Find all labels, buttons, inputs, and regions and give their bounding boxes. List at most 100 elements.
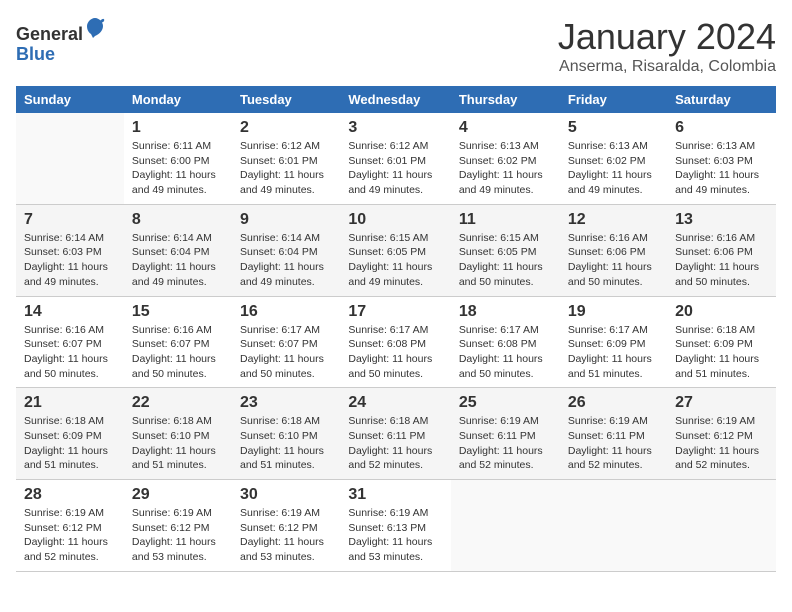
title-block: January 2024 Anserma, Risaralda, Colombi… [558, 16, 776, 76]
calendar-cell: 15 Sunrise: 6:16 AM Sunset: 6:07 PM Dayli… [124, 296, 232, 388]
calendar-cell: 3Sunrise: 6:12 AM Sunset: 6:01 PM Daylig… [340, 113, 450, 204]
day-info: Sunrise: 6:15 AM Sunset: 6:05 PM Dayligh… [348, 231, 442, 290]
calendar-cell [16, 113, 124, 204]
column-header-thursday: Thursday [451, 86, 560, 113]
day-info: Sunrise: 6:17 AM Sunset: 6:09 PM Dayligh… [568, 323, 659, 382]
calendar-cell: 9 Sunrise: 6:14 AM Sunset: 6:04 PM Daylig… [232, 204, 340, 296]
logo-bird-icon [85, 16, 105, 40]
logo-text: General Blue [16, 16, 105, 65]
day-info: Sunrise: 6:17 AM Sunset: 6:08 PM Dayligh… [348, 323, 442, 382]
calendar-week-row: 28 Sunrise: 6:19 AM Sunset: 6:12 PM Dayli… [16, 480, 776, 572]
calendar-header-row: SundayMondayTuesdayWednesdayThursdayFrid… [16, 86, 776, 113]
day-number: 25 [459, 394, 552, 412]
calendar-cell: 29Sunrise: 6:19 AM Sunset: 6:12 PM Dayli… [124, 480, 232, 572]
day-number: 6 [675, 119, 768, 137]
day-info: Sunrise: 6:13 AM Sunset: 6:02 PM Dayligh… [568, 139, 659, 198]
calendar-cell: 10 Sunrise: 6:15 AM Sunset: 6:05 PM Dayli… [340, 204, 450, 296]
day-info: Sunrise: 6:18 AM Sunset: 6:09 PM Dayligh… [675, 323, 768, 382]
day-number: 20 [675, 303, 768, 321]
day-number: 5 [568, 119, 659, 137]
day-info: Sunrise: 6:12 AM Sunset: 6:01 PM Dayligh… [240, 139, 332, 198]
logo-blue: Blue [16, 44, 55, 64]
day-number: 18 [459, 303, 552, 321]
day-info: Sunrise: 6:13 AM Sunset: 6:02 PM Dayligh… [459, 139, 552, 198]
day-info: Sunrise: 6:19 AM Sunset: 6:12 PM Dayligh… [240, 506, 332, 565]
calendar-week-row: 7 Sunrise: 6:14 AM Sunset: 6:03 PM Daylig… [16, 204, 776, 296]
day-info: Sunrise: 6:16 AM Sunset: 6:07 PM Dayligh… [24, 323, 116, 382]
day-info: Sunrise: 6:18 AM Sunset: 6:10 PM Dayligh… [240, 414, 332, 473]
calendar-cell: 18 Sunrise: 6:17 AM Sunset: 6:08 PM Dayli… [451, 296, 560, 388]
day-info: Sunrise: 6:14 AM Sunset: 6:04 PM Dayligh… [240, 231, 332, 290]
calendar-cell: 11Sunrise: 6:15 AM Sunset: 6:05 PM Dayli… [451, 204, 560, 296]
calendar-cell [451, 480, 560, 572]
day-number: 29 [132, 486, 224, 504]
day-number: 2 [240, 119, 332, 137]
calendar-cell [560, 480, 667, 572]
day-number: 9 [240, 211, 332, 229]
day-info: Sunrise: 6:17 AM Sunset: 6:07 PM Dayligh… [240, 323, 332, 382]
logo: General Blue [16, 16, 105, 65]
calendar-cell: 24Sunrise: 6:18 AM Sunset: 6:11 PM Dayli… [340, 388, 450, 480]
day-info: Sunrise: 6:19 AM Sunset: 6:13 PM Dayligh… [348, 506, 442, 565]
day-number: 12 [568, 211, 659, 229]
month-title: January 2024 [558, 16, 776, 58]
calendar-cell: 17Sunrise: 6:17 AM Sunset: 6:08 PM Dayli… [340, 296, 450, 388]
column-header-monday: Monday [124, 86, 232, 113]
column-header-sunday: Sunday [16, 86, 124, 113]
column-header-friday: Friday [560, 86, 667, 113]
calendar-cell: 5 Sunrise: 6:13 AM Sunset: 6:02 PM Daylig… [560, 113, 667, 204]
day-number: 15 [132, 303, 224, 321]
day-number: 3 [348, 119, 442, 137]
location-subtitle: Anserma, Risaralda, Colombia [558, 58, 776, 76]
calendar-cell: 16Sunrise: 6:17 AM Sunset: 6:07 PM Dayli… [232, 296, 340, 388]
calendar-cell: 7 Sunrise: 6:14 AM Sunset: 6:03 PM Daylig… [16, 204, 124, 296]
day-info: Sunrise: 6:19 AM Sunset: 6:12 PM Dayligh… [24, 506, 116, 565]
calendar-cell: 25 Sunrise: 6:19 AM Sunset: 6:11 PM Dayli… [451, 388, 560, 480]
calendar-week-row: 21Sunrise: 6:18 AM Sunset: 6:09 PM Dayli… [16, 388, 776, 480]
day-info: Sunrise: 6:19 AM Sunset: 6:11 PM Dayligh… [568, 414, 659, 473]
day-number: 8 [132, 211, 224, 229]
day-number: 1 [132, 119, 224, 137]
calendar-week-row: 1 Sunrise: 6:11 AM Sunset: 6:00 PM Daylig… [16, 113, 776, 204]
calendar-cell: 26 Sunrise: 6:19 AM Sunset: 6:11 PM Dayli… [560, 388, 667, 480]
day-info: Sunrise: 6:19 AM Sunset: 6:11 PM Dayligh… [459, 414, 552, 473]
calendar-cell: 31 Sunrise: 6:19 AM Sunset: 6:13 PM Dayli… [340, 480, 450, 572]
day-number: 21 [24, 394, 116, 412]
calendar-cell: 20 Sunrise: 6:18 AM Sunset: 6:09 PM Dayli… [667, 296, 776, 388]
column-header-tuesday: Tuesday [232, 86, 340, 113]
calendar-cell: 23 Sunrise: 6:18 AM Sunset: 6:10 PM Dayli… [232, 388, 340, 480]
day-number: 4 [459, 119, 552, 137]
day-number: 19 [568, 303, 659, 321]
day-info: Sunrise: 6:11 AM Sunset: 6:00 PM Dayligh… [132, 139, 224, 198]
column-header-saturday: Saturday [667, 86, 776, 113]
calendar-cell: 6 Sunrise: 6:13 AM Sunset: 6:03 PM Daylig… [667, 113, 776, 204]
day-number: 7 [24, 211, 116, 229]
day-info: Sunrise: 6:13 AM Sunset: 6:03 PM Dayligh… [675, 139, 768, 198]
day-info: Sunrise: 6:19 AM Sunset: 6:12 PM Dayligh… [675, 414, 768, 473]
day-number: 26 [568, 394, 659, 412]
day-number: 22 [132, 394, 224, 412]
calendar-table: SundayMondayTuesdayWednesdayThursdayFrid… [16, 86, 776, 572]
day-number: 31 [348, 486, 442, 504]
logo-general: General [16, 24, 83, 44]
day-info: Sunrise: 6:16 AM Sunset: 6:07 PM Dayligh… [132, 323, 224, 382]
calendar-cell: 27Sunrise: 6:19 AM Sunset: 6:12 PM Dayli… [667, 388, 776, 480]
column-header-wednesday: Wednesday [340, 86, 450, 113]
day-number: 10 [348, 211, 442, 229]
day-info: Sunrise: 6:17 AM Sunset: 6:08 PM Dayligh… [459, 323, 552, 382]
calendar-cell: 22 Sunrise: 6:18 AM Sunset: 6:10 PM Dayli… [124, 388, 232, 480]
day-number: 23 [240, 394, 332, 412]
calendar-cell: 1 Sunrise: 6:11 AM Sunset: 6:00 PM Daylig… [124, 113, 232, 204]
day-number: 28 [24, 486, 116, 504]
day-number: 14 [24, 303, 116, 321]
calendar-cell: 28 Sunrise: 6:19 AM Sunset: 6:12 PM Dayli… [16, 480, 124, 572]
calendar-cell [667, 480, 776, 572]
calendar-week-row: 14 Sunrise: 6:16 AM Sunset: 6:07 PM Dayli… [16, 296, 776, 388]
day-info: Sunrise: 6:16 AM Sunset: 6:06 PM Dayligh… [568, 231, 659, 290]
calendar-cell: 2 Sunrise: 6:12 AM Sunset: 6:01 PM Daylig… [232, 113, 340, 204]
day-info: Sunrise: 6:16 AM Sunset: 6:06 PM Dayligh… [675, 231, 768, 290]
day-info: Sunrise: 6:18 AM Sunset: 6:11 PM Dayligh… [348, 414, 442, 473]
day-info: Sunrise: 6:18 AM Sunset: 6:10 PM Dayligh… [132, 414, 224, 473]
day-info: Sunrise: 6:14 AM Sunset: 6:03 PM Dayligh… [24, 231, 116, 290]
calendar-cell: 21Sunrise: 6:18 AM Sunset: 6:09 PM Dayli… [16, 388, 124, 480]
